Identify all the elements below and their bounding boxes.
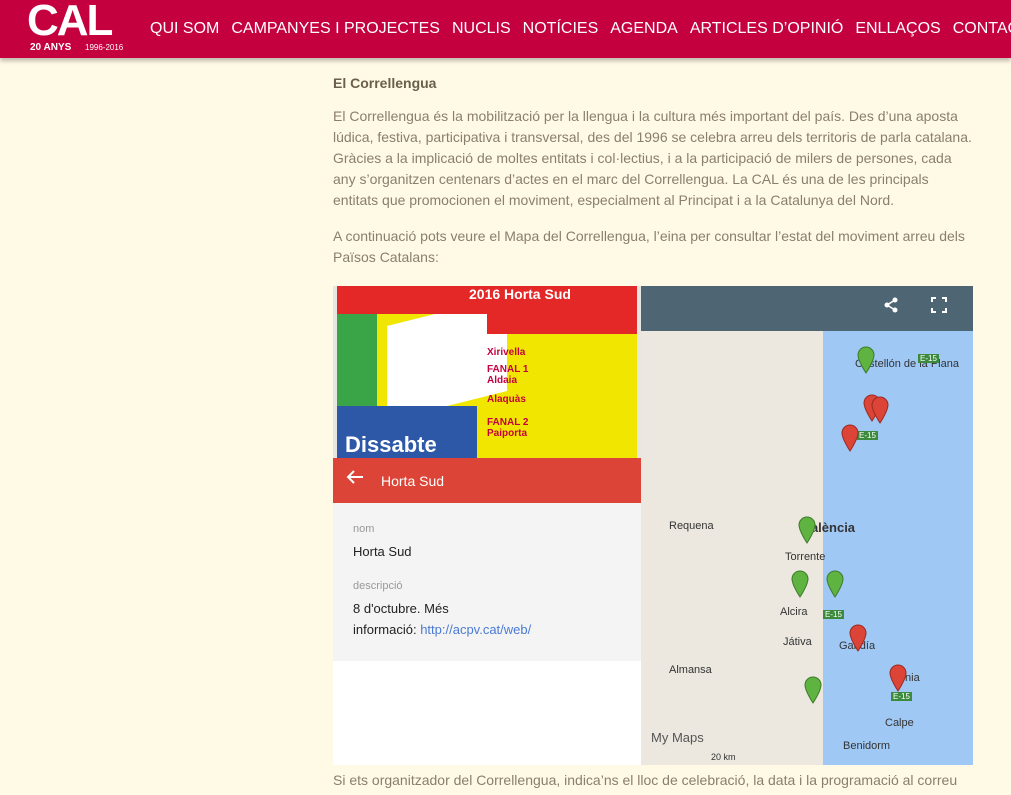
poster-line: Xirivella bbox=[487, 347, 526, 358]
event-poster-image: 2016 Horta Sud Xirivella FANAL 1 Aldaia … bbox=[337, 286, 637, 458]
road-label: E-15 bbox=[918, 354, 939, 363]
poster-line: FANAL 1 bbox=[487, 364, 529, 375]
feature-panel-header: Horta Sud bbox=[333, 458, 641, 503]
poster-line: Paiporta bbox=[487, 428, 528, 439]
poster-line: FANAL 2 bbox=[487, 417, 529, 428]
city-label: Almansa bbox=[669, 664, 712, 676]
cal-logo[interactable]: CAL 20 ANYS 1996-2016 bbox=[27, 0, 137, 56]
nav-enllacos[interactable]: ENLLAÇOS bbox=[855, 20, 940, 38]
field-label-descripcio: descripció bbox=[353, 580, 403, 592]
green-map-pin[interactable] bbox=[798, 516, 816, 544]
nav-articles[interactable]: ARTICLES D’OPINIÓ bbox=[690, 20, 844, 38]
feature-panel-body: nom Horta Sud descripció 8 d'octubre. Mé… bbox=[333, 503, 641, 661]
description-prefix: informació: bbox=[353, 622, 421, 637]
city-label: Alcira bbox=[780, 606, 808, 618]
green-map-pin[interactable] bbox=[791, 570, 809, 598]
fullscreen-icon[interactable] bbox=[927, 296, 951, 320]
map-scale: 20 km bbox=[711, 752, 736, 762]
feature-panel-blank bbox=[333, 661, 641, 765]
logo-anniversary-text: 20 ANYS bbox=[30, 42, 72, 53]
city-label: Requena bbox=[669, 520, 714, 532]
nav-contacte[interactable]: CONTACTE bbox=[953, 20, 1011, 38]
nav-campanyes[interactable]: CAMPANYES I PROJECTES bbox=[231, 20, 440, 38]
map-embed: 2016 Horta Sud Xirivella FANAL 1 Aldaia … bbox=[333, 286, 973, 765]
logo-main-text: CAL bbox=[27, 0, 113, 45]
green-map-pin[interactable] bbox=[804, 676, 822, 704]
description-line-1: 8 d'octubre. Més bbox=[353, 601, 449, 616]
city-label: Calpe bbox=[885, 717, 914, 729]
poster-green-block bbox=[337, 306, 377, 416]
main-nav: QUI SOM CAMPANYES I PROJECTES NUCLIS NOT… bbox=[150, 0, 1011, 58]
road-label: E-15 bbox=[857, 431, 878, 440]
nav-agenda[interactable]: AGENDA bbox=[610, 20, 678, 38]
back-arrow-icon[interactable] bbox=[345, 467, 365, 493]
red-map-pin[interactable] bbox=[841, 424, 859, 452]
poster-line: Alaquàs bbox=[487, 394, 526, 405]
field-label-nom: nom bbox=[353, 523, 375, 535]
top-navigation-bar: CAL 20 ANYS 1996-2016 QUI SOM CAMPANYES … bbox=[0, 0, 1011, 58]
red-map-pin[interactable] bbox=[871, 396, 889, 424]
field-value-nom: Horta Sud bbox=[353, 544, 412, 559]
poster-dissabte-text: Dissabte bbox=[345, 432, 437, 457]
article-paragraph-1: El Correllengua és la mobilització per l… bbox=[333, 108, 972, 208]
article-heading: El Correllengua bbox=[333, 75, 437, 91]
share-icon[interactable] bbox=[879, 296, 903, 320]
city-label: Játiva bbox=[783, 636, 812, 648]
feature-panel-title: Horta Sud bbox=[381, 473, 445, 489]
road-label: E-15 bbox=[823, 610, 844, 619]
article-paragraph-3: Si ets organitzador del Correllengua, in… bbox=[333, 772, 958, 788]
nav-noticies[interactable]: NOTÍCIES bbox=[523, 20, 599, 38]
poster-line: Aldaia bbox=[487, 375, 518, 386]
road-label: E-15 bbox=[891, 692, 912, 701]
poster-red-shape bbox=[487, 314, 637, 334]
description-link[interactable]: http://acpv.cat/web/ bbox=[420, 622, 531, 637]
city-label: Torrente bbox=[785, 551, 826, 563]
poster-schedule: Xirivella FANAL 1 Aldaia Alaquàs FANAL 2… bbox=[487, 346, 637, 439]
article-paragraph-2: A continuació pots veure el Mapa del Cor… bbox=[333, 228, 965, 265]
poster-title: 2016 Horta Sud bbox=[469, 286, 571, 302]
green-map-pin[interactable] bbox=[857, 346, 875, 374]
article-content: El Correllengua El Correllengua és la mo… bbox=[333, 70, 973, 268]
red-map-pin[interactable] bbox=[889, 664, 907, 692]
map-toolbar bbox=[641, 286, 973, 331]
green-map-pin[interactable] bbox=[826, 570, 844, 598]
logo-years-text: 1996-2016 bbox=[85, 43, 124, 52]
nav-nuclis[interactable]: NUCLIS bbox=[452, 20, 511, 38]
city-label: Benidorm bbox=[843, 740, 891, 752]
red-map-pin[interactable] bbox=[849, 624, 867, 652]
my-maps-watermark: My Maps bbox=[651, 730, 704, 745]
nav-qui-som[interactable]: QUI SOM bbox=[150, 20, 219, 38]
field-value-descripcio: 8 d'octubre. Més informació: http://acpv… bbox=[353, 598, 531, 640]
